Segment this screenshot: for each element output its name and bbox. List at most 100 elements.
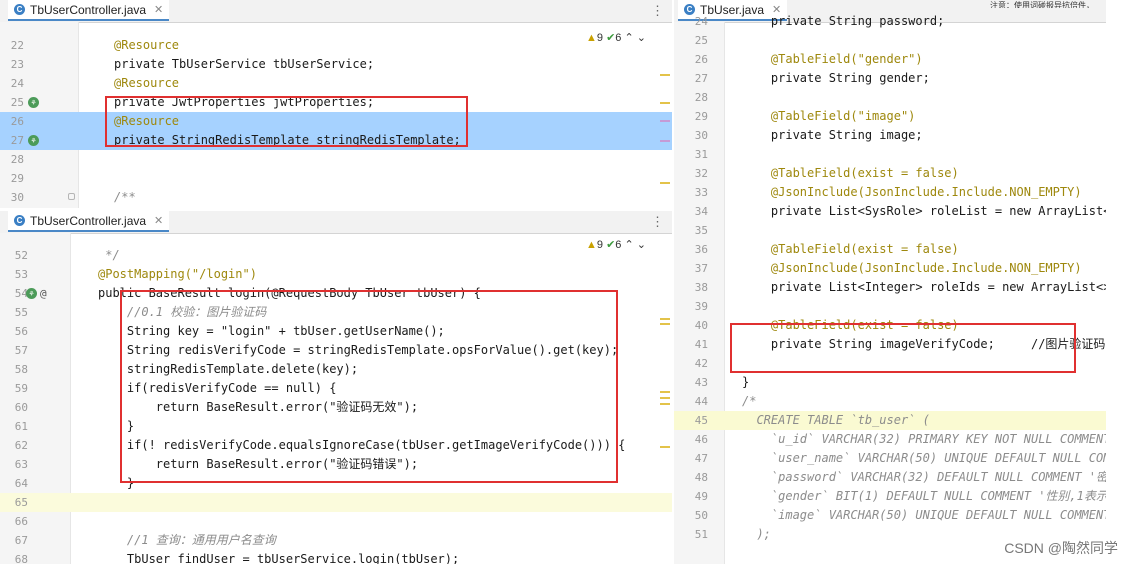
- code-line[interactable]: 28: [674, 88, 1106, 107]
- code-line[interactable]: 53 @PostMapping("/login"): [0, 265, 672, 284]
- line-number: 47: [694, 452, 708, 465]
- scroll-marker: [660, 391, 670, 393]
- code-line[interactable]: 46 `u_id` VARCHAR(32) PRIMARY KEY NOT NU…: [674, 430, 1106, 449]
- code-line[interactable]: 29: [0, 169, 672, 188]
- check-icon: ✔: [606, 32, 616, 44]
- code-line[interactable]: 68 TbUser findUser = tbUserService.login…: [0, 550, 672, 564]
- line-number: 40: [694, 319, 708, 332]
- code-text: private String password;: [742, 14, 945, 28]
- code-line[interactable]: 24 @Resource: [0, 74, 672, 93]
- code-text: @Resource: [114, 76, 180, 90]
- code-line[interactable]: 28: [0, 150, 672, 169]
- code-line[interactable]: 30 private String image;: [674, 126, 1106, 145]
- line-number: 29: [694, 110, 708, 123]
- line-number: 66: [14, 515, 28, 528]
- line-number: 54: [14, 287, 28, 300]
- code-text: */: [98, 248, 120, 262]
- line-number: 34: [694, 205, 708, 218]
- more-options-icon[interactable]: ⋮: [651, 3, 664, 19]
- code-text: /*: [742, 394, 757, 408]
- code-line[interactable]: 35: [674, 221, 1106, 240]
- code-text: }: [742, 375, 750, 389]
- line-number: 24: [10, 77, 24, 90]
- bean-icon[interactable]: ⚘: [28, 97, 39, 108]
- line-number: 49: [694, 490, 708, 503]
- inspection-widget[interactable]: ▲9 ✔6 ⌃ ⌄: [586, 238, 646, 251]
- code-text: private String image;: [742, 128, 923, 142]
- tab-tbusercontroller[interactable]: C TbUserController.java ✕: [8, 0, 170, 21]
- code-text: private List<SysRole> roleList = new Arr…: [742, 204, 1106, 218]
- more-options-icon[interactable]: ⋮: [651, 214, 664, 230]
- code-line[interactable]: 31: [674, 145, 1106, 164]
- line-number: 42: [694, 357, 708, 370]
- chevron-down-icon[interactable]: ⌄: [637, 32, 646, 44]
- line-number: 38: [694, 281, 708, 294]
- code-line[interactable]: 31 * 用户登录的校验: [0, 207, 672, 208]
- code-line[interactable]: 36 @TableField(exist = false): [674, 240, 1106, 259]
- override-icon[interactable]: @: [40, 287, 47, 300]
- scroll-marker: [660, 182, 670, 184]
- code-line[interactable]: 65: [0, 493, 672, 512]
- code-text: //1 查询：通用用户名查询: [98, 533, 276, 547]
- code-text: private TbUserService tbUserService;: [114, 57, 375, 71]
- chevron-up-icon[interactable]: ⌃: [624, 239, 633, 251]
- code-line[interactable]: 34 private List<SysRole> roleList = new …: [674, 202, 1106, 221]
- line-number: 31: [694, 148, 708, 161]
- line-number: 68: [14, 553, 28, 564]
- code-line[interactable]: 26 @TableField("gender"): [674, 50, 1106, 69]
- line-number: 39: [694, 300, 708, 313]
- code-line[interactable]: 24 private String password;: [674, 12, 1106, 31]
- scroll-marker: [660, 323, 670, 325]
- code-line[interactable]: 66: [0, 512, 672, 531]
- scroll-marker: [660, 74, 670, 76]
- code-line[interactable]: 23 private TbUserService tbUserService;: [0, 55, 672, 74]
- code-line[interactable]: 32 @TableField(exist = false): [674, 164, 1106, 183]
- line-number: 64: [14, 477, 28, 490]
- editor-pane-right: C TbUser.java ✕ 24 private String passwo…: [674, 0, 1106, 564]
- code-line[interactable]: 30 /**: [0, 188, 672, 207]
- code-line[interactable]: 49 `gender` BIT(1) DEFAULT NULL COMMENT …: [674, 487, 1106, 506]
- code-line[interactable]: 33 @JsonInclude(JsonInclude.Include.NON_…: [674, 183, 1106, 202]
- code-editor[interactable]: 24 private String password; 25 26 @TableFi…: [674, 14, 1106, 564]
- line-number: 29: [10, 172, 24, 185]
- inspection-widget[interactable]: ▲9 ✔6 ⌃ ⌄: [586, 31, 646, 44]
- code-text: * 用户登录的校验: [114, 207, 220, 208]
- code-line[interactable]: 22 @Resource: [0, 36, 672, 55]
- code-text: `image` VARCHAR(50) UNIQUE DEFAULT NULL …: [742, 508, 1106, 522]
- chevron-up-icon[interactable]: ⌃: [624, 32, 633, 44]
- code-line[interactable]: 47 `user_name` VARCHAR(50) UNIQUE DEFAUL…: [674, 449, 1106, 468]
- line-number: 44: [694, 395, 708, 408]
- code-line[interactable]: 37 @JsonInclude(JsonInclude.Include.NON_…: [674, 259, 1106, 278]
- code-text: private String gender;: [742, 71, 930, 85]
- close-icon[interactable]: ✕: [154, 214, 163, 227]
- code-line[interactable]: 48 `password` VARCHAR(32) DEFAULT NULL C…: [674, 468, 1106, 487]
- line-number: 60: [14, 401, 28, 414]
- line-number: 56: [14, 325, 28, 338]
- highlight-box: [120, 290, 618, 483]
- close-icon[interactable]: ✕: [154, 3, 163, 16]
- scroll-marker: [660, 403, 670, 405]
- code-text: `gender` BIT(1) DEFAULT NULL COMMENT '性别…: [742, 489, 1106, 503]
- code-line[interactable]: 38 private List<Integer> roleIds = new A…: [674, 278, 1106, 297]
- code-line[interactable]: 45 CREATE TABLE `tb_user` (: [674, 411, 1106, 430]
- code-line[interactable]: 43}: [674, 373, 1106, 392]
- code-line[interactable]: 39: [674, 297, 1106, 316]
- code-text: `password` VARCHAR(32) DEFAULT NULL COMM…: [742, 470, 1106, 484]
- fold-icon[interactable]: [68, 193, 75, 200]
- code-text: @TableField(exist = false): [742, 242, 959, 256]
- line-number: 63: [14, 458, 28, 471]
- line-number: 36: [694, 243, 708, 256]
- code-line[interactable]: 29 @TableField("image"): [674, 107, 1106, 126]
- line-number: 37: [694, 262, 708, 275]
- warning-icon: ▲: [586, 239, 597, 251]
- code-line[interactable]: 44 /*: [674, 392, 1106, 411]
- code-line[interactable]: 52 */: [0, 246, 672, 265]
- chevron-down-icon[interactable]: ⌄: [637, 239, 646, 251]
- code-line[interactable]: 50 `image` VARCHAR(50) UNIQUE DEFAULT NU…: [674, 506, 1106, 525]
- code-line[interactable]: 25: [674, 31, 1106, 50]
- code-line[interactable]: 27 private String gender;: [674, 69, 1106, 88]
- bean-icon[interactable]: ⚘: [28, 135, 39, 146]
- code-line[interactable]: 67 //1 查询：通用用户名查询: [0, 531, 672, 550]
- bean-icon[interactable]: ⚘: [26, 288, 37, 299]
- tab-tbusercontroller[interactable]: C TbUserController.java ✕: [8, 211, 170, 232]
